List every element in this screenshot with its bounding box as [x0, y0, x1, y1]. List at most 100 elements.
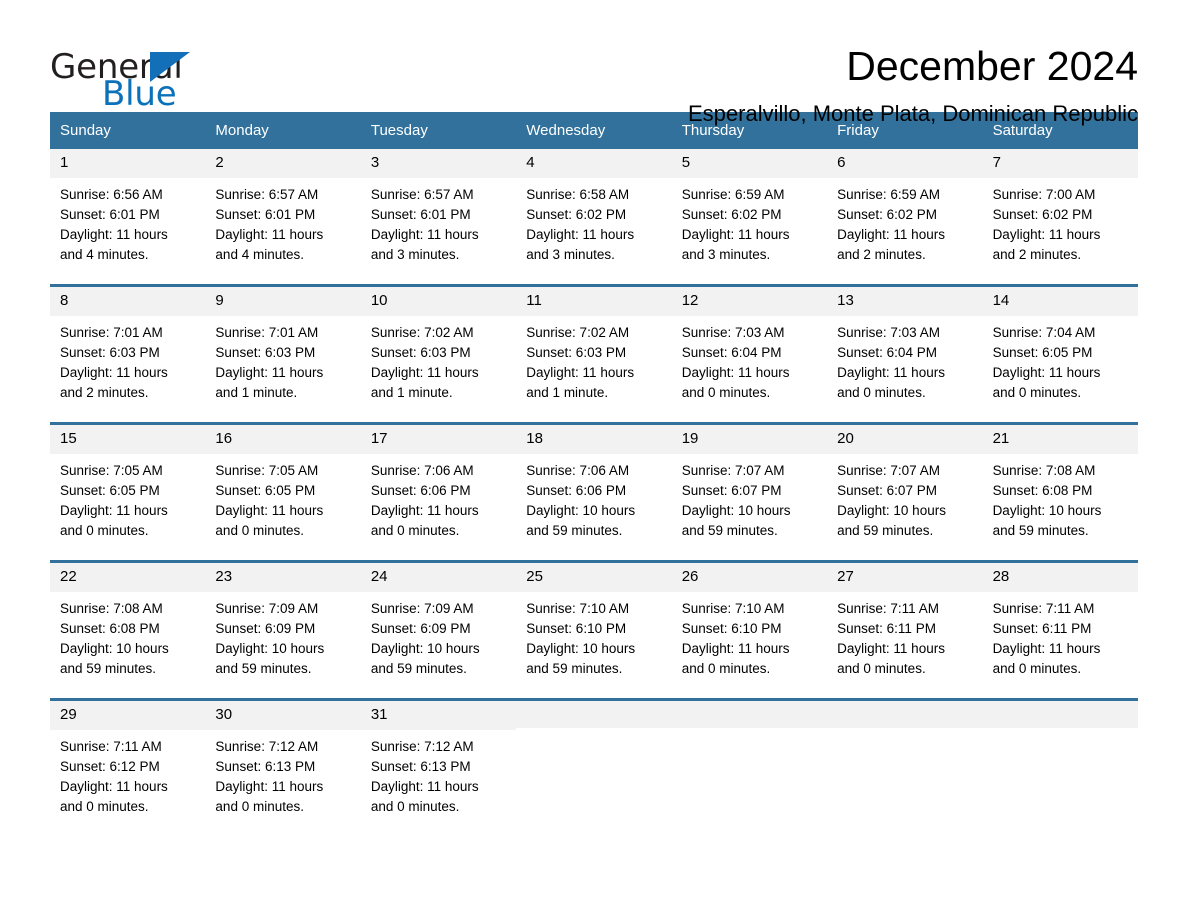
daylight-text-line2: and 0 minutes.	[370, 799, 460, 814]
day-number-band: 21	[982, 425, 1138, 454]
sunset-text: Sunset: 6:09 PM	[215, 621, 316, 636]
daylight-text-line2: and 0 minutes.	[837, 661, 926, 676]
sunset-text: Sunset: 6:07 PM	[681, 483, 782, 498]
calendar-day-cell[interactable]: 23 Sunrise: 7:09 AM Sunset: 6:09 PM Dayligh…	[205, 563, 361, 698]
daylight-text-line1: Daylight: 11 hours	[992, 365, 1101, 380]
sunset-text: Sunset: 6:05 PM	[60, 483, 160, 498]
weekday-header-saturday: Saturday	[992, 122, 1053, 139]
day-number: 20	[837, 430, 854, 447]
daylight-text-line2: and 59 minutes.	[60, 661, 157, 676]
calendar-day-cell[interactable]: 31 Sunrise: 7:12 AM Sunset: 6:13 PM Dayligh…	[360, 701, 517, 836]
weekday-header-friday: Friday	[837, 122, 879, 139]
day-number-band: 13	[827, 287, 983, 316]
calendar-day-cell[interactable]: 8 Sunrise: 7:01 AM Sunset: 6:03 PM Daylight…	[50, 287, 206, 422]
daylight-text-line1: Daylight: 11 hours	[837, 365, 945, 380]
calendar-day-cell[interactable]: 28 Sunrise: 7:11 AM Sunset: 6:11 PM Dayligh…	[982, 563, 1138, 698]
calendar-day-cell[interactable]: 10 Sunrise: 7:02 AM Sunset: 6:03 PM Dayligh…	[360, 287, 517, 422]
day-number-band: 10	[360, 287, 517, 316]
sunrise-text: Sunrise: 7:12 AM	[370, 739, 474, 754]
calendar-day-cell[interactable]: 6 Sunrise: 6:59 AM Sunset: 6:02 PM Daylight…	[827, 149, 983, 284]
daylight-text-line2: and 0 minutes.	[992, 661, 1082, 676]
day-number-band	[827, 701, 983, 728]
generalblue-logo[interactable]: General Blue	[50, 42, 250, 111]
daylight-text-line2: and 59 minutes.	[215, 661, 312, 676]
calendar-day-cell[interactable]: 11 Sunrise: 7:02 AM Sunset: 6:03 PM Dayligh…	[516, 287, 672, 422]
calendar-week-row: 15 Sunrise: 7:05 AM Sunset: 6:05 PM Dayligh…	[50, 422, 1138, 560]
sunset-text: Sunset: 6:03 PM	[526, 345, 627, 360]
calendar-day-cell[interactable]: 3 Sunrise: 6:57 AM Sunset: 6:01 PM Daylight…	[360, 149, 517, 284]
sunset-text: Sunset: 6:03 PM	[370, 345, 471, 360]
calendar-week-row: 29 Sunrise: 7:11 AM Sunset: 6:12 PM Dayligh…	[50, 698, 1138, 836]
daylight-text-line2: and 59 minutes.	[837, 523, 934, 538]
calendar-day-cell[interactable]: 13 Sunrise: 7:03 AM Sunset: 6:04 PM Dayligh…	[827, 287, 983, 422]
calendar-day-cell[interactable]: 7 Sunrise: 7:00 AM Sunset: 6:02 PM Daylight…	[982, 149, 1138, 284]
sunrise-text: Sunrise: 7:07 AM	[681, 463, 785, 478]
day-details: Sunrise: 6:59 AM Sunset: 6:02 PM Daylight:…	[827, 178, 982, 265]
daylight-text-line1: Daylight: 10 hours	[526, 641, 636, 656]
sunset-text: Sunset: 6:09 PM	[370, 621, 471, 636]
sunset-text: Sunset: 6:11 PM	[992, 621, 1092, 636]
calendar-day-cell[interactable]: 2 Sunrise: 6:57 AM Sunset: 6:01 PM Daylight…	[205, 149, 361, 284]
daylight-text-line2: and 0 minutes.	[215, 523, 304, 538]
calendar-day-cell[interactable]: 22 Sunrise: 7:08 AM Sunset: 6:08 PM Dayligh…	[50, 563, 206, 698]
daylight-text-line2: and 59 minutes.	[370, 661, 467, 676]
day-details: Sunrise: 7:06 AM Sunset: 6:06 PM Daylight:…	[361, 454, 516, 541]
sunrise-text: Sunrise: 7:09 AM	[215, 601, 319, 616]
calendar-day-cell[interactable]: 21 Sunrise: 7:08 AM Sunset: 6:08 PM Dayligh…	[982, 425, 1138, 560]
calendar-day-cell[interactable]: 14 Sunrise: 7:04 AM Sunset: 6:05 PM Dayligh…	[982, 287, 1138, 422]
day-number: 7	[992, 154, 1001, 171]
calendar-day-cell[interactable]: 30 Sunrise: 7:12 AM Sunset: 6:13 PM Dayligh…	[205, 701, 361, 836]
calendar-day-cell[interactable]: 15 Sunrise: 7:05 AM Sunset: 6:05 PM Dayligh…	[50, 425, 206, 560]
day-details: Sunrise: 7:02 AM Sunset: 6:03 PM Daylight:…	[361, 316, 516, 403]
daylight-text-line2: and 59 minutes.	[526, 523, 623, 538]
day-details: Sunrise: 7:03 AM Sunset: 6:04 PM Daylight:…	[672, 316, 827, 403]
page-header: General Blue December 2024 Esperalvillo,…	[50, 0, 1138, 126]
calendar-day-cell[interactable]: 29 Sunrise: 7:11 AM Sunset: 6:12 PM Dayligh…	[50, 701, 206, 836]
daylight-text-line1: Daylight: 11 hours	[60, 365, 168, 380]
calendar-day-cell[interactable]: 1 Sunrise: 6:56 AM Sunset: 6:01 PM Daylight…	[50, 149, 206, 284]
calendar-day-cell[interactable]: 24 Sunrise: 7:09 AM Sunset: 6:09 PM Dayligh…	[360, 563, 517, 698]
sunset-text: Sunset: 6:02 PM	[681, 207, 782, 222]
daylight-text-line2: and 59 minutes.	[526, 661, 623, 676]
day-number-band: 31	[360, 701, 517, 730]
day-number: 16	[215, 430, 233, 447]
calendar-day-cell[interactable]: 5 Sunrise: 6:59 AM Sunset: 6:02 PM Daylight…	[671, 149, 828, 284]
daylight-text-line1: Daylight: 11 hours	[215, 227, 324, 242]
daylight-text-line2: and 0 minutes.	[681, 385, 771, 400]
calendar-day-cell[interactable]: 17 Sunrise: 7:06 AM Sunset: 6:06 PM Dayligh…	[360, 425, 517, 560]
sunset-text: Sunset: 6:03 PM	[60, 345, 160, 360]
calendar-day-cell[interactable]: 27 Sunrise: 7:11 AM Sunset: 6:11 PM Dayligh…	[827, 563, 983, 698]
day-number: 18	[526, 430, 543, 447]
calendar-day-cell[interactable]: 4 Sunrise: 6:58 AM Sunset: 6:02 PM Daylight…	[516, 149, 672, 284]
sunset-text: Sunset: 6:04 PM	[681, 345, 782, 360]
daylight-text-line1: Daylight: 11 hours	[60, 503, 168, 518]
day-number: 31	[370, 706, 388, 723]
calendar-day-cell[interactable]: 19 Sunrise: 7:07 AM Sunset: 6:07 PM Dayligh…	[671, 425, 828, 560]
calendar-day-cell[interactable]: 16 Sunrise: 7:05 AM Sunset: 6:05 PM Dayligh…	[205, 425, 361, 560]
daylight-text-line2: and 59 minutes.	[681, 523, 778, 538]
sunrise-text: Sunrise: 7:12 AM	[215, 739, 319, 754]
calendar-day-cell[interactable]: 12 Sunrise: 7:03 AM Sunset: 6:04 PM Dayligh…	[671, 287, 828, 422]
sunset-text: Sunset: 6:13 PM	[215, 759, 316, 774]
day-number-band: 3	[360, 149, 517, 178]
day-number-band: 12	[671, 287, 828, 316]
day-details: Sunrise: 6:57 AM Sunset: 6:01 PM Daylight:…	[361, 178, 516, 265]
calendar-day-cell[interactable]: 9 Sunrise: 7:01 AM Sunset: 6:03 PM Daylight…	[205, 287, 361, 422]
calendar-day-cell[interactable]: 26 Sunrise: 7:10 AM Sunset: 6:10 PM Dayligh…	[671, 563, 828, 698]
daylight-text-line1: Daylight: 10 hours	[215, 641, 325, 656]
sunset-text: Sunset: 6:02 PM	[526, 207, 627, 222]
calendar-day-cell[interactable]: 18 Sunrise: 7:06 AM Sunset: 6:06 PM Dayligh…	[516, 425, 672, 560]
calendar-day-cell[interactable]: 20 Sunrise: 7:07 AM Sunset: 6:07 PM Dayligh…	[827, 425, 983, 560]
day-number: 17	[370, 430, 388, 447]
sunrise-text: Sunrise: 7:09 AM	[370, 601, 474, 616]
calendar-week-row: 1 Sunrise: 6:56 AM Sunset: 6:01 PM Daylight…	[50, 149, 1138, 284]
sunrise-text: Sunrise: 6:56 AM	[60, 187, 163, 202]
sunrise-text: Sunrise: 7:02 AM	[526, 325, 630, 340]
sunset-text: Sunset: 6:06 PM	[370, 483, 471, 498]
day-number: 30	[215, 706, 233, 723]
weekday-header-wednesday: Wednesday	[526, 122, 606, 139]
daylight-text-line2: and 3 minutes.	[370, 247, 460, 262]
calendar-page: General Blue December 2024 Esperalvillo,…	[0, 0, 1188, 918]
sunset-text: Sunset: 6:07 PM	[837, 483, 937, 498]
calendar-day-cell[interactable]: 25 Sunrise: 7:10 AM Sunset: 6:10 PM Dayligh…	[516, 563, 672, 698]
